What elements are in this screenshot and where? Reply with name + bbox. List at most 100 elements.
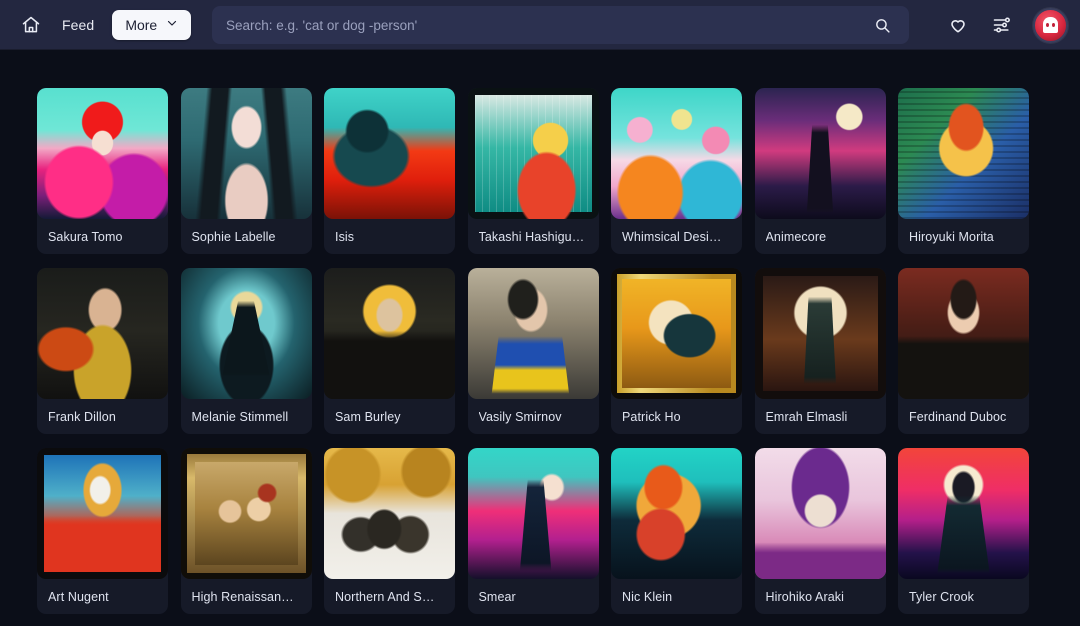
artwork-card[interactable]: Smear [467, 448, 599, 614]
artwork-thumbnail[interactable] [37, 448, 168, 579]
artwork-thumbnail[interactable] [754, 88, 886, 219]
more-button-label: More [125, 16, 158, 33]
search-icon [874, 17, 891, 34]
home-button[interactable] [14, 8, 48, 42]
artwork-thumbnail[interactable] [611, 88, 742, 219]
artwork-thumbnail[interactable] [37, 268, 168, 399]
artwork-card-label: Animecore [755, 219, 886, 254]
artwork-thumbnail[interactable] [180, 88, 312, 219]
artwork-thumbnail[interactable] [754, 448, 886, 579]
artwork-thumbnail[interactable] [754, 268, 886, 399]
artwork-title: Smear [478, 589, 516, 604]
artwork-card-label: Sakura Tomo [37, 219, 168, 254]
search-input[interactable] [226, 6, 869, 44]
heart-icon [948, 15, 968, 35]
artwork-thumbnail[interactable] [324, 448, 455, 579]
artwork-thumbnail[interactable] [37, 88, 168, 219]
artwork-thumbnail[interactable] [898, 88, 1029, 219]
artwork-title: Isis [335, 229, 355, 244]
artwork-card[interactable]: Northern And S… [324, 448, 455, 614]
artwork-card-label: Nic Klein [611, 579, 742, 614]
artwork-card[interactable]: Takashi Hashigu… [467, 88, 599, 254]
artwork-title: Frank Dillon [48, 409, 116, 424]
artwork-card-label: Isis [324, 219, 455, 254]
artwork-thumbnail[interactable] [467, 268, 599, 399]
artwork-card-label: High Renaissan… [181, 579, 312, 614]
artwork-thumbnail[interactable] [467, 88, 599, 219]
artwork-card[interactable]: Art Nugent [37, 448, 168, 614]
artwork-thumbnail[interactable] [898, 268, 1029, 399]
artwork-card[interactable]: Patrick Ho [611, 268, 742, 434]
artwork-card-label: Sam Burley [324, 399, 455, 434]
artwork-thumbnail[interactable] [324, 268, 455, 399]
artwork-card-label: Tyler Crook [898, 579, 1029, 614]
artwork-thumbnail[interactable] [180, 448, 312, 579]
artwork-card[interactable]: Frank Dillon [37, 268, 168, 434]
artwork-thumbnail[interactable] [467, 448, 599, 579]
artwork-grid: Sakura Tomo Sophie Labelle Isis Takashi Has… [0, 50, 1080, 614]
artwork-title: Patrick Ho [622, 409, 681, 424]
artwork-card[interactable]: Tyler Crook [898, 448, 1029, 614]
artwork-card-label: Takashi Hashigu… [468, 219, 599, 254]
artwork-card-label: Hirohiko Araki [755, 579, 886, 614]
artwork-card[interactable]: Sakura Tomo [37, 88, 168, 254]
artwork-title: Nic Klein [622, 589, 673, 604]
artwork-title: Vasily Smirnov [478, 409, 562, 424]
artwork-title: Tyler Crook [909, 589, 975, 604]
artwork-title: Animecore [765, 229, 827, 244]
artwork-card-label: Vasily Smirnov [468, 399, 599, 434]
home-icon [21, 15, 41, 35]
artwork-thumbnail[interactable] [611, 448, 742, 579]
artwork-card[interactable]: Whimsical Desi… [611, 88, 742, 254]
artwork-card[interactable]: Sam Burley [324, 268, 455, 434]
artwork-title: Sam Burley [335, 409, 401, 424]
artwork-card[interactable]: Hirohiko Araki [754, 448, 886, 614]
artwork-card-label: Frank Dillon [37, 399, 168, 434]
artwork-card-label: Whimsical Desi… [611, 219, 742, 254]
artwork-thumbnail[interactable] [324, 88, 455, 219]
artwork-card[interactable]: Nic Klein [611, 448, 742, 614]
sliders-icon [992, 15, 1012, 35]
artwork-card-label: Emrah Elmasli [755, 399, 886, 434]
artwork-card[interactable]: High Renaissan… [180, 448, 312, 614]
artwork-card[interactable]: Melanie Stimmell [180, 268, 312, 434]
artwork-title: Whimsical Desi… [622, 229, 722, 244]
artwork-title: High Renaissan… [191, 589, 294, 604]
filters-button[interactable] [989, 12, 1015, 38]
artwork-card[interactable]: Isis [324, 88, 455, 254]
artwork-thumbnail[interactable] [180, 268, 312, 399]
artwork-thumbnail[interactable] [611, 268, 742, 399]
artwork-card[interactable]: Hiroyuki Morita [898, 88, 1029, 254]
nav-feed-link[interactable]: Feed [62, 17, 94, 33]
artwork-title: Melanie Stimmell [191, 409, 289, 424]
artwork-card[interactable]: Animecore [754, 88, 886, 254]
artwork-title: Emrah Elmasli [765, 409, 848, 424]
more-menu-button[interactable]: More [112, 9, 192, 40]
artwork-card-label: Art Nugent [37, 579, 168, 614]
artwork-card[interactable]: Ferdinand Duboc [898, 268, 1029, 434]
artwork-card[interactable]: Vasily Smirnov [467, 268, 599, 434]
artwork-title: Hiroyuki Morita [909, 229, 994, 244]
search-bar[interactable] [212, 6, 909, 44]
artwork-card-label: Smear [468, 579, 599, 614]
artwork-feed: Sakura Tomo Sophie Labelle Isis Takashi Has… [0, 50, 1080, 626]
artwork-title: Sophie Labelle [191, 229, 276, 244]
artwork-title: Art Nugent [48, 589, 109, 604]
artwork-card[interactable]: Sophie Labelle [180, 88, 312, 254]
artwork-card-label: Melanie Stimmell [181, 399, 312, 434]
avatar-mascot-icon [1043, 17, 1058, 33]
artwork-title: Hirohiko Araki [765, 589, 845, 604]
header-action-icons [945, 0, 1068, 50]
artwork-card-label: Sophie Labelle [181, 219, 312, 254]
artwork-title: Northern And S… [335, 589, 435, 604]
artwork-title: Takashi Hashigu… [478, 229, 585, 244]
artwork-card[interactable]: Emrah Elmasli [754, 268, 886, 434]
top-navigation-bar: Feed More [0, 0, 1080, 50]
user-avatar[interactable] [1033, 7, 1068, 43]
artwork-card-label: Hiroyuki Morita [898, 219, 1029, 254]
artwork-card-label: Northern And S… [324, 579, 455, 614]
search-submit-button[interactable] [869, 12, 895, 38]
artwork-title: Sakura Tomo [48, 229, 123, 244]
favorites-button[interactable] [945, 12, 971, 38]
artwork-thumbnail[interactable] [898, 448, 1029, 579]
